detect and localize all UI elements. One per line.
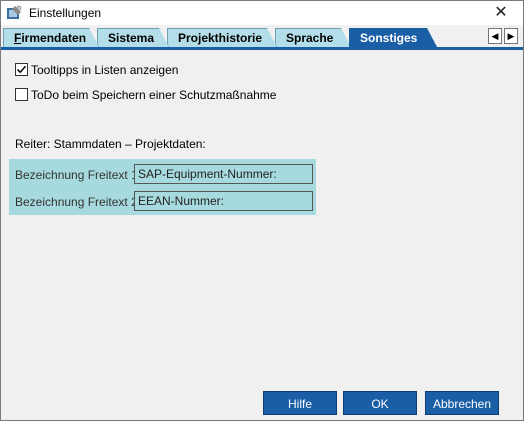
tab-sistema[interactable]: Sistema <box>97 28 169 47</box>
chevron-right-icon: ▶ <box>507 31 515 41</box>
close-button[interactable]: ✕ <box>479 1 523 25</box>
freitext-2-label: Bezeichnung Freitext 2: <box>15 195 142 209</box>
todo-label: ToDo beim Speichern einer Schutzmaßnahme <box>31 88 277 102</box>
freitext-1-input[interactable]: SAP-Equipment-Nummer: <box>134 164 313 184</box>
section-heading: Reiter: Stammdaten – Projektdaten: <box>15 137 206 151</box>
help-button[interactable]: Hilfe <box>263 391 337 415</box>
tab-sprache[interactable]: Sprache <box>275 28 351 47</box>
tab-firmendaten[interactable]: Firmendaten <box>3 28 99 47</box>
tab-strip: Firmendaten Sistema Projekthistorie Spra… <box>1 28 523 50</box>
cancel-button[interactable]: Abbrechen <box>425 391 499 415</box>
tab-sonstiges[interactable]: Sonstiges <box>349 28 437 47</box>
help-button-label: Hilfe <box>287 397 312 411</box>
tab-firmendaten-label: irmendaten <box>21 31 87 45</box>
tab-sonstiges-label: Sonstiges <box>360 31 418 45</box>
title-bar: Einstellungen ✕ <box>1 1 523 25</box>
tooltips-checkbox[interactable] <box>15 63 28 76</box>
freitext-fields-group: Bezeichnung Freitext 1: SAP-Equipment-Nu… <box>9 159 316 215</box>
tab-projekthistorie[interactable]: Projekthistorie <box>167 28 277 47</box>
freitext-1-label: Bezeichnung Freitext 1: <box>15 168 142 182</box>
checkmark-icon <box>16 65 27 74</box>
cancel-button-label: Abbrechen <box>432 397 492 411</box>
ok-button[interactable]: OK <box>343 391 417 415</box>
todo-checkbox[interactable] <box>15 88 28 101</box>
tab-sprache-label: Sprache <box>286 31 334 45</box>
tab-scroll-right-button[interactable]: ▶ <box>504 28 518 44</box>
tab-sistema-label: Sistema <box>108 31 155 45</box>
tooltips-label: Tooltipps in Listen anzeigen <box>31 63 179 77</box>
tab-scroll-left-button[interactable]: ◀ <box>488 28 502 44</box>
window-title: Einstellungen <box>29 6 102 20</box>
tab-projekthistorie-label: Projekthistorie <box>178 31 263 45</box>
settings-app-icon <box>6 5 22 21</box>
ok-button-label: OK <box>371 397 389 411</box>
settings-dialog: Einstellungen ✕ Firmendaten Sistema Proj… <box>0 0 524 421</box>
freitext-2-input[interactable]: EEAN-Nummer: <box>134 191 313 211</box>
chevron-left-icon: ◀ <box>491 31 499 41</box>
close-icon: ✕ <box>494 4 508 21</box>
